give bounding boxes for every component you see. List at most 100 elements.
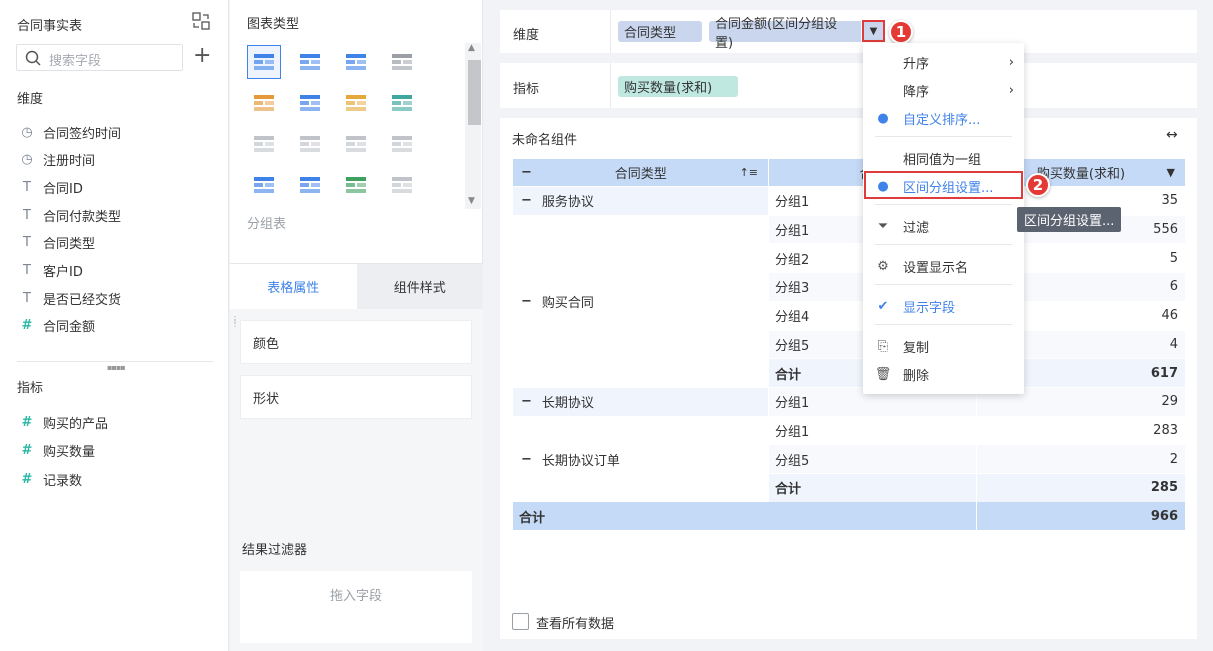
trash-icon: 🗑 [874,366,892,382]
field-label: 购买的产品 [43,416,109,432]
metric-field[interactable]: # 记录数 [17,469,82,489]
field-label: 合同ID [43,181,83,197]
hash-icon: # [21,471,33,487]
value-cell: 2 [977,445,1185,473]
field-label: 合同类型 [43,237,96,253]
field-label: 客户ID [43,265,83,280]
dimension-field[interactable]: # 合同金额 [17,316,95,336]
dimension-field[interactable]: T 合同ID [17,177,83,197]
metric-bar: 指标 购买数量(求和) [500,63,1197,108]
text-icon: T [23,290,31,306]
pill-dropdown-button[interactable]: ▼ [862,20,885,42]
scroll-down-icon[interactable]: ▼ [468,196,475,206]
highlight-range-group [864,171,1023,199]
dimension-field[interactable]: T 客户ID [17,261,83,281]
collapse-icon[interactable]: − [521,193,532,208]
field-search-input[interactable]: 搜索字段 [16,44,183,71]
hash-icon: # [21,318,33,334]
switch-table-icon[interactable] [192,12,210,30]
view-all-data-checkbox[interactable] [512,613,529,630]
collapse-icon[interactable]: − [521,165,532,180]
tab-table-properties[interactable]: 表格属性 [230,264,357,309]
menu-item-ascending[interactable]: 升序 › [863,49,1024,75]
sort-icon[interactable]: ↑≡ [740,166,758,179]
radar-icon[interactable] [339,168,373,202]
result-filter-title: 结果过滤器 [242,543,308,558]
menu-item-same-value-group[interactable]: 相同值为一组 [863,145,1024,171]
group-cell: 合计 [769,474,976,502]
menu-item-filter[interactable]: ⏷ 过滤 [863,213,1024,239]
chart-type-title: 图表类型 [247,17,300,32]
row-group-cell[interactable]: − 长期协议 [513,387,768,416]
scroll-thumb[interactable] [468,60,481,125]
row-group-cell[interactable]: − 购买合同 [513,215,768,387]
menu-item-show-field[interactable]: ✔ 显示字段 [863,293,1024,319]
area-icon[interactable] [293,168,327,202]
chevron-right-icon: › [1008,82,1014,98]
selected-dot-icon: ● [877,110,889,126]
header-contract-type[interactable]: − 合同类型 ↑≡ [513,159,768,186]
filter-drop-zone[interactable]: 拖入字段 [240,571,472,643]
dimension-field[interactable]: T 合同类型 [17,233,95,253]
row-group-cell[interactable]: − 长期协议订单 [513,416,768,502]
cross-table-icon[interactable] [339,45,373,79]
dimension-field[interactable]: T 合同付款类型 [17,205,121,225]
scroll-up-icon[interactable]: ▲ [468,43,475,53]
metric-field[interactable]: # 购买数量 [17,441,95,461]
dimension-field[interactable]: ◷ 合同签约时间 [17,122,121,142]
fit-width-icon[interactable]: ↔ [1166,127,1178,143]
property-panel: 图表类型 分组表 ▲ ▼ 表格属性 组件样式 ⋮ ⋮ 颜色 形状 结果过滤器 拖入… [230,0,483,651]
step-badge-1: 1 [889,20,913,44]
multi-line-icon[interactable] [385,168,419,202]
drag-handle-icon[interactable]: ⋮ ⋮ [231,316,239,328]
dimension-pill-contract-type[interactable]: 合同类型 [618,21,702,42]
menu-item-copy[interactable]: ⎘ 复制 [863,333,1024,359]
value-cell: 283 [977,416,1185,445]
tab-component-style[interactable]: 组件样式 [356,264,483,309]
dimension-field[interactable]: T 是否已经交货 [17,288,121,308]
dot-table-icon[interactable] [293,86,327,120]
hash-icon: # [21,443,33,458]
shape-property[interactable]: 形状 [240,375,472,419]
dimension-pill-amount[interactable]: 合同金额(区间分组设置) [709,17,861,51]
metric-field[interactable]: # 购买的产品 [17,412,108,432]
field-label: 记录数 [43,473,83,489]
tooltip: 区间分组设置... [1017,207,1122,232]
collapse-icon[interactable]: − [521,394,532,409]
stacked-bar-icon[interactable] [339,127,373,161]
grand-total-value: 966 [977,502,1185,530]
gear-icon: ⚙ [877,258,889,274]
detail-table-icon[interactable] [293,45,327,79]
table-name: 合同事实表 [17,19,83,34]
bar-chart-icon[interactable] [247,127,281,161]
field-label: 注册时间 [43,154,96,170]
collapse-icon[interactable]: − [521,294,532,309]
color-property[interactable]: 颜色 [240,320,472,364]
scatter-icon[interactable] [385,127,419,161]
row-group-cell[interactable]: − 服务协议 [513,187,768,215]
menu-item-display-name[interactable]: ⚙ 设置显示名 [863,253,1024,279]
collapse-icon[interactable]: − [521,452,532,467]
caret-down-icon[interactable]: ▼ [1167,166,1175,179]
resize-grip-icon[interactable]: ▪▪▪▪ [107,363,126,372]
caret-down-icon: ▼ [869,25,878,37]
metric-pill-quantity[interactable]: 购买数量(求和) [618,76,738,97]
dimension-section-title: 维度 [17,92,44,107]
check-icon: ✔ [877,298,889,314]
menu-item-custom-sort[interactable]: ● 自定义排序... [863,105,1024,131]
grouped-table-icon[interactable] [247,45,281,79]
menu-item-delete[interactable]: 🗑 删除 [863,361,1024,387]
bar-icon[interactable] [385,86,419,120]
add-field-icon[interactable]: + [193,44,211,68]
field-label: 购买数量 [43,445,96,460]
kpi-icon[interactable] [385,45,419,79]
heatmap-icon[interactable] [339,86,373,120]
header-label: 合同类型 [614,167,667,182]
menu-item-descending[interactable]: 降序 › [863,77,1024,103]
column-chart-icon[interactable] [293,127,327,161]
group-label: 购买合同 [541,295,594,311]
dimension-field[interactable]: ◷ 注册时间 [17,150,95,170]
line-icon[interactable] [247,168,281,202]
group-cell: 分组1 [769,416,976,445]
color-table-icon[interactable] [247,86,281,120]
